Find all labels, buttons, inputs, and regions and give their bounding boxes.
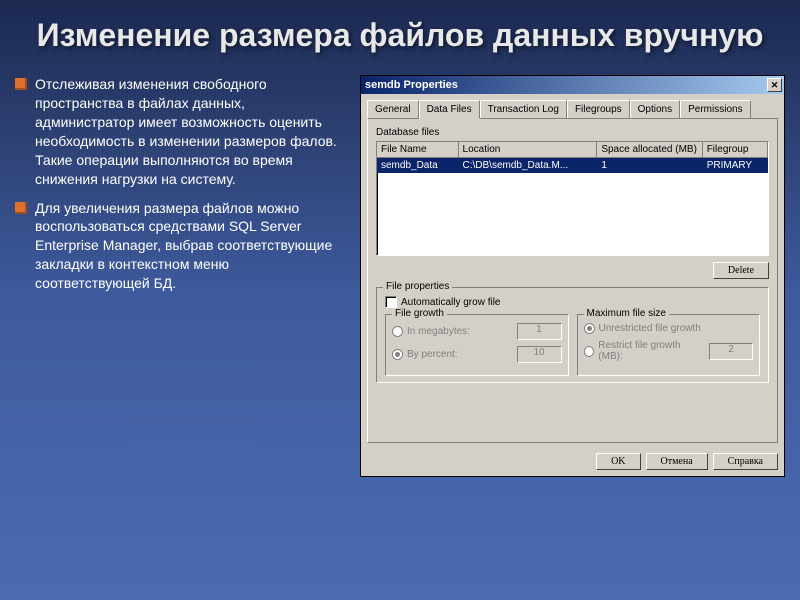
ok-button[interactable]: OK (596, 453, 640, 470)
radio-megabytes[interactable]: In megabytes: 1 (392, 323, 562, 340)
cancel-button[interactable]: Отмена (646, 453, 708, 470)
delete-button[interactable]: Delete (713, 262, 769, 279)
dialog-title: semdb Properties (365, 79, 458, 91)
bullet-text: Отслеживая изменения свободного простран… (35, 75, 345, 188)
content-area: Отслеживая изменения свободного простран… (15, 75, 785, 477)
radio-unrestricted[interactable]: Unrestricted file growth (584, 323, 754, 334)
percent-input[interactable]: 10 (517, 346, 562, 363)
help-button[interactable]: Справка (713, 453, 778, 470)
slide-title: Изменение размера файлов данных вручную (15, 18, 785, 53)
tab-options[interactable]: Options (630, 100, 680, 118)
tab-transaction-log[interactable]: Transaction Log (480, 100, 567, 118)
file-growth-label: File growth (392, 308, 447, 319)
tab-filegroups[interactable]: Filegroups (567, 100, 630, 118)
col-location[interactable]: Location (459, 142, 598, 158)
bullet-icon (15, 202, 27, 214)
col-space[interactable]: Space allocated (MB) (597, 142, 702, 158)
radio-icon (392, 326, 403, 337)
file-list-header: File Name Location Space allocated (MB) … (377, 142, 768, 158)
megabytes-label: In megabytes: (407, 326, 470, 337)
titlebar[interactable]: semdb Properties ✕ (361, 76, 784, 94)
max-size-label: Maximum file size (584, 308, 669, 319)
auto-grow-checkbox[interactable]: Automatically grow file (385, 296, 760, 308)
db-files-label: Database files (376, 127, 769, 138)
checkbox-icon (385, 296, 397, 308)
file-properties-label: File properties (383, 281, 452, 292)
max-size-group: Maximum file size Unrestricted file grow… (577, 314, 761, 376)
restrict-label: Restrict file growth (MB): (598, 340, 705, 362)
cell-filename: semdb_Data (377, 158, 459, 173)
megabytes-input[interactable]: 1 (517, 323, 562, 340)
text-column: Отслеживая изменения свободного простран… (15, 75, 345, 303)
table-row[interactable]: semdb_Data C:\DB\semdb_Data.M... 1 PRIMA… (377, 158, 768, 173)
close-icon: ✕ (771, 80, 779, 91)
close-button[interactable]: ✕ (767, 78, 782, 92)
tabs: General Data Files Transaction Log Fileg… (367, 100, 778, 118)
cell-filegroup: PRIMARY (703, 158, 768, 173)
tab-data-files[interactable]: Data Files (419, 100, 480, 119)
cell-location: C:\DB\semdb_Data.M... (459, 158, 598, 173)
radio-percent[interactable]: By percent: 10 (392, 346, 562, 363)
delete-area: Delete (376, 262, 769, 279)
radio-icon (584, 323, 595, 334)
restrict-input[interactable]: 2 (709, 343, 753, 360)
file-growth-group: File growth In megabytes: 1 By percent: (385, 314, 569, 376)
radio-icon (584, 346, 595, 357)
file-properties-group: File properties Automatically grow file … (376, 287, 769, 383)
cell-space: 1 (597, 158, 702, 173)
tab-area: General Data Files Transaction Log Fileg… (361, 94, 784, 447)
tab-general[interactable]: General (367, 100, 419, 118)
growth-columns: File growth In megabytes: 1 By percent: (385, 314, 760, 376)
radio-icon (392, 349, 403, 360)
tab-permissions[interactable]: Permissions (680, 100, 750, 118)
bullet-text: Для увеличения размера файлов можно восп… (35, 199, 345, 293)
tab-panel: Database files File Name Location Space … (367, 118, 778, 443)
slide: Изменение размера файлов данных вручную … (0, 0, 800, 600)
auto-grow-label: Automatically grow file (401, 297, 500, 308)
col-filegroup[interactable]: Filegroup (703, 142, 768, 158)
unrestricted-label: Unrestricted file growth (599, 323, 701, 334)
percent-label: By percent: (407, 349, 458, 360)
dialog-buttons: OK Отмена Справка (361, 447, 784, 476)
radio-restrict[interactable]: Restrict file growth (MB): 2 (584, 340, 754, 362)
bullet-icon (15, 78, 27, 90)
col-filename[interactable]: File Name (377, 142, 459, 158)
properties-dialog: semdb Properties ✕ General Data Files Tr… (360, 75, 785, 477)
bullet-item: Отслеживая изменения свободного простран… (15, 75, 345, 188)
file-list[interactable]: File Name Location Space allocated (MB) … (376, 141, 769, 256)
bullet-item: Для увеличения размера файлов можно восп… (15, 199, 345, 293)
